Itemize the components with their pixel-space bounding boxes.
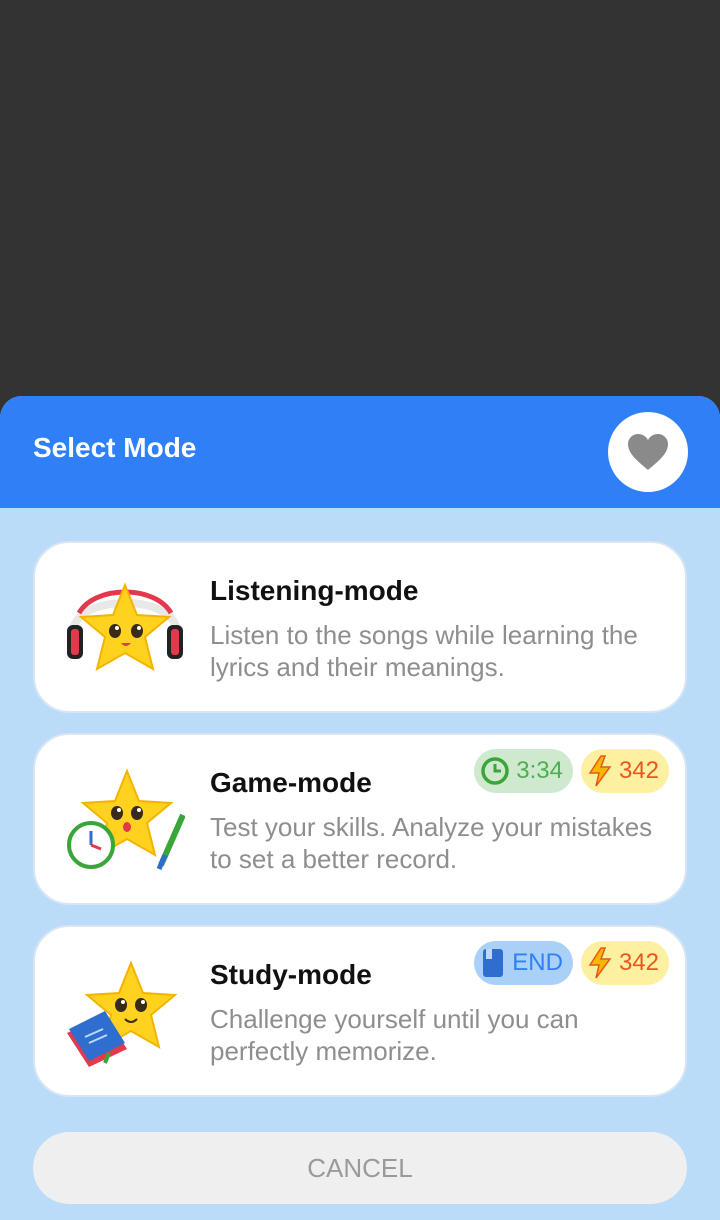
time-badge: 3:34 (474, 749, 573, 793)
dimmed-backdrop[interactable] (0, 0, 720, 396)
mode-title: Game-mode (210, 767, 372, 798)
mode-badges: 3:34 342 (474, 749, 669, 793)
mode-description: Challenge yourself until you can perfect… (210, 1004, 579, 1066)
select-mode-sheet: Select Mode Listening-mode Listen to the… (0, 396, 720, 1220)
listening-mode-card[interactable]: Listening-mode Listen to the songs while… (33, 541, 687, 713)
status-value: END (512, 949, 563, 976)
sheet-title: Select Mode (33, 432, 197, 463)
mode-badges: END 342 (474, 941, 669, 985)
cancel-button[interactable]: CANCEL (33, 1132, 687, 1204)
mode-title: Study-mode (210, 959, 372, 990)
lightning-icon (588, 947, 612, 979)
time-value: 3:34 (516, 757, 563, 784)
star-book-illustration (67, 960, 178, 1067)
sheet-header: Select Mode (0, 396, 720, 508)
mode-description: Test your skills. Analyze your mistakes … (210, 812, 653, 874)
points-value: 342 (618, 949, 659, 976)
mode-title: Listening-mode (210, 575, 419, 606)
points-badge: 342 (580, 941, 669, 985)
favorite-button[interactable] (608, 412, 688, 492)
book-icon (483, 949, 504, 977)
points-value: 342 (618, 757, 659, 784)
status-badge: END (474, 941, 573, 985)
star-clock-pen-illustration (67, 768, 185, 870)
lightning-icon (588, 755, 612, 787)
study-mode-card[interactable]: Study-mode Challenge yourself until you … (33, 925, 687, 1097)
clock-icon (481, 757, 509, 785)
points-badge: 342 (580, 749, 669, 793)
heart-icon (628, 434, 668, 470)
mode-description: Listen to the songs while learning the l… (210, 620, 638, 682)
game-mode-card[interactable]: Game-mode Test your skills. Analyze your… (33, 733, 687, 905)
star-headphones-illustration (67, 582, 183, 672)
